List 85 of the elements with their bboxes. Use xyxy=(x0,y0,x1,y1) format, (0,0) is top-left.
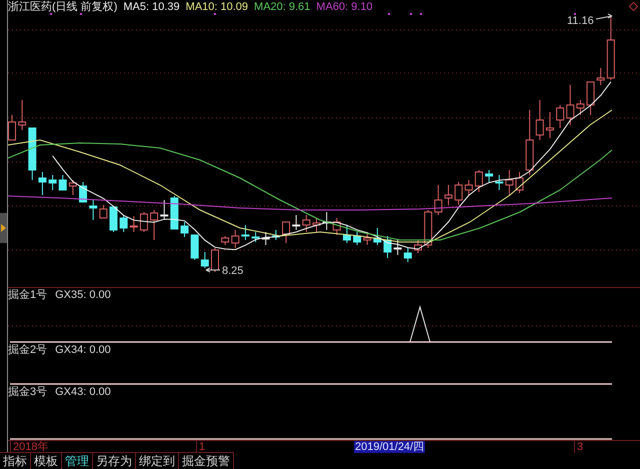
candlestick xyxy=(282,222,290,244)
indicator-value: GX43: 0.00 xyxy=(55,385,111,399)
candlestick xyxy=(180,222,189,238)
cursor-date: 2019/01/24/四 xyxy=(354,441,426,453)
bottom-tab[interactable]: 另存为 xyxy=(93,452,136,469)
candlestick xyxy=(211,248,219,272)
candlestick xyxy=(586,82,595,116)
candlestick xyxy=(140,212,148,232)
candlestick xyxy=(536,100,544,140)
signal-spike xyxy=(410,305,430,342)
moving-average-value: MA20: 9.61 xyxy=(254,0,310,14)
candlestick xyxy=(505,170,514,196)
candlestick xyxy=(404,248,412,262)
candlestick xyxy=(414,240,422,254)
candlestick xyxy=(231,230,240,248)
candlestick xyxy=(241,224,250,240)
moving-average-value: MA60: 9.10 xyxy=(316,0,373,14)
candlestick xyxy=(252,232,260,242)
indicator-value: GX34: 0.00 xyxy=(55,343,111,357)
moving-average-value: MA10: 10.09 xyxy=(186,0,248,14)
candlestick xyxy=(302,214,310,232)
candlestick xyxy=(130,216,138,232)
candlestick xyxy=(8,114,16,140)
candlestick xyxy=(606,16,615,80)
indicator-name: 掘金3号 xyxy=(8,385,48,399)
candlestick xyxy=(454,182,463,206)
candlestick xyxy=(99,204,108,218)
candlestick xyxy=(38,172,46,196)
candlestick xyxy=(516,172,524,194)
candlestick xyxy=(89,200,98,220)
candlestick xyxy=(384,236,392,258)
indicator-value: GX35: 0.00 xyxy=(55,288,111,302)
candlestick xyxy=(495,174,504,190)
candlestick xyxy=(526,110,534,176)
candlestick xyxy=(444,184,452,206)
moving-average-value: MA5: 10.39 xyxy=(123,0,180,14)
low-price-pointer xyxy=(206,268,220,272)
bottom-tab[interactable]: 模板 xyxy=(31,452,62,469)
candlestick xyxy=(424,210,432,248)
candlestick xyxy=(190,234,199,260)
candlestick xyxy=(596,68,605,86)
high-price-label: 11.16 xyxy=(567,15,594,27)
candlestick xyxy=(312,218,320,232)
candlestick xyxy=(292,214,300,230)
candlestick xyxy=(363,232,372,246)
candlestick xyxy=(110,206,118,232)
candlestick xyxy=(464,180,473,196)
candlestick xyxy=(28,128,36,180)
candlestick xyxy=(342,224,351,244)
bottom-tab[interactable]: 绑定到 xyxy=(136,452,179,469)
low-price-label: 8.25 xyxy=(222,265,244,277)
candlestick xyxy=(272,230,280,240)
candlestick xyxy=(170,196,178,230)
candlestick xyxy=(434,184,442,216)
candlestick xyxy=(322,212,331,230)
candlestick xyxy=(332,218,341,236)
candlestick xyxy=(474,170,483,192)
high-price-pointer xyxy=(596,14,612,20)
candlestick xyxy=(58,174,67,190)
candlestick xyxy=(262,232,270,246)
candlestick xyxy=(373,228,382,246)
candlestick xyxy=(485,170,494,182)
candlestick xyxy=(68,180,77,196)
candlestick xyxy=(353,232,362,246)
candlestick xyxy=(120,214,128,232)
candlestick xyxy=(221,236,230,246)
diamond-icon[interactable] xyxy=(629,2,638,11)
indicator-name: 掘金1号 xyxy=(8,288,48,302)
candlestick xyxy=(394,240,402,256)
candlestick xyxy=(160,200,168,220)
triangle-right-icon xyxy=(1,224,6,232)
stock-title: 浙江医药(日线 前复权) xyxy=(8,0,118,14)
bottom-tab[interactable]: 指标 xyxy=(0,452,31,469)
bottom-tab[interactable]: 管理 xyxy=(62,452,93,469)
candlestick xyxy=(150,210,158,240)
candlestick xyxy=(556,104,564,128)
indicator-name: 掘金2号 xyxy=(8,343,48,357)
candlestick xyxy=(48,174,57,190)
candlestick xyxy=(18,100,26,130)
candlestick xyxy=(546,112,554,138)
bottom-tab[interactable]: 掘金预警 xyxy=(179,452,234,469)
candlestick xyxy=(200,252,209,268)
side-panel-toggle[interactable] xyxy=(0,213,7,243)
candlestick xyxy=(576,100,584,116)
candlestick xyxy=(566,84,574,126)
